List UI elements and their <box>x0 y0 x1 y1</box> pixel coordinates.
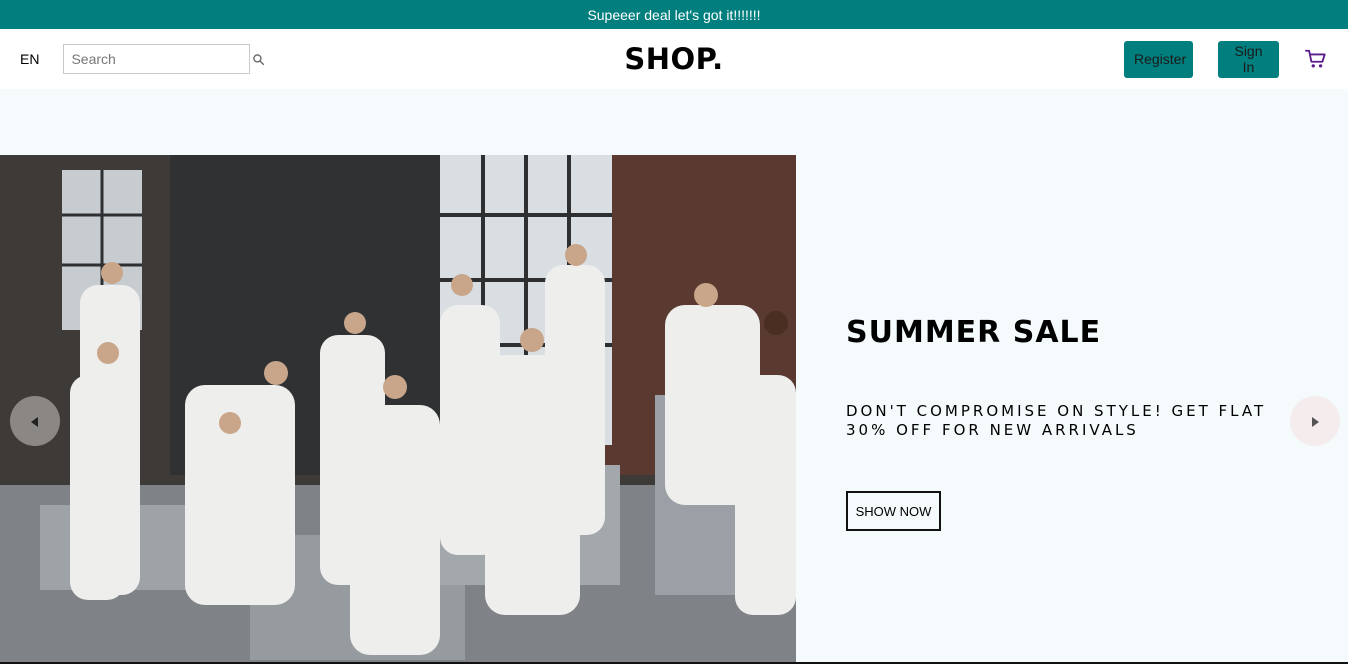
site-logo[interactable]: SHOP. <box>624 42 723 76</box>
hero-slider: SUMMER SALE DON'T COMPROMISE ON STYLE! G… <box>0 89 1348 664</box>
search-input[interactable] <box>71 51 253 67</box>
slide-info: SUMMER SALE DON'T COMPROMISE ON STYLE! G… <box>796 155 1348 664</box>
register-button[interactable]: Register <box>1124 40 1193 78</box>
nav-left: EN <box>20 44 265 74</box>
arrow-left-icon <box>31 412 39 431</box>
search-icon[interactable] <box>252 52 265 66</box>
arrow-right-icon <box>1311 412 1319 431</box>
navbar: EN SHOP. Register Sign In <box>0 29 1348 89</box>
nav-right: Register Sign In <box>1124 40 1328 78</box>
slide-description: DON'T COMPROMISE ON STYLE! GET FLAT 30% … <box>846 402 1267 439</box>
sign-in-button[interactable]: Sign In <box>1218 40 1279 78</box>
announcement-text: Supeeer deal let's got it!!!!!!! <box>587 6 761 23</box>
slider-prev-button[interactable] <box>10 396 60 446</box>
shopping-cart-icon[interactable] <box>1304 47 1328 71</box>
slide: SUMMER SALE DON'T COMPROMISE ON STYLE! G… <box>0 155 1348 664</box>
slider-next-button[interactable] <box>1290 396 1340 446</box>
show-now-button[interactable]: SHOW NOW <box>846 491 941 531</box>
search-container[interactable] <box>63 44 265 74</box>
slide-photo <box>0 155 796 664</box>
slide-title: SUMMER SALE <box>846 315 1102 350</box>
announcement-bar: Supeeer deal let's got it!!!!!!! <box>0 0 1348 29</box>
language-selector[interactable]: EN <box>20 51 39 67</box>
slide-image <box>0 155 796 664</box>
